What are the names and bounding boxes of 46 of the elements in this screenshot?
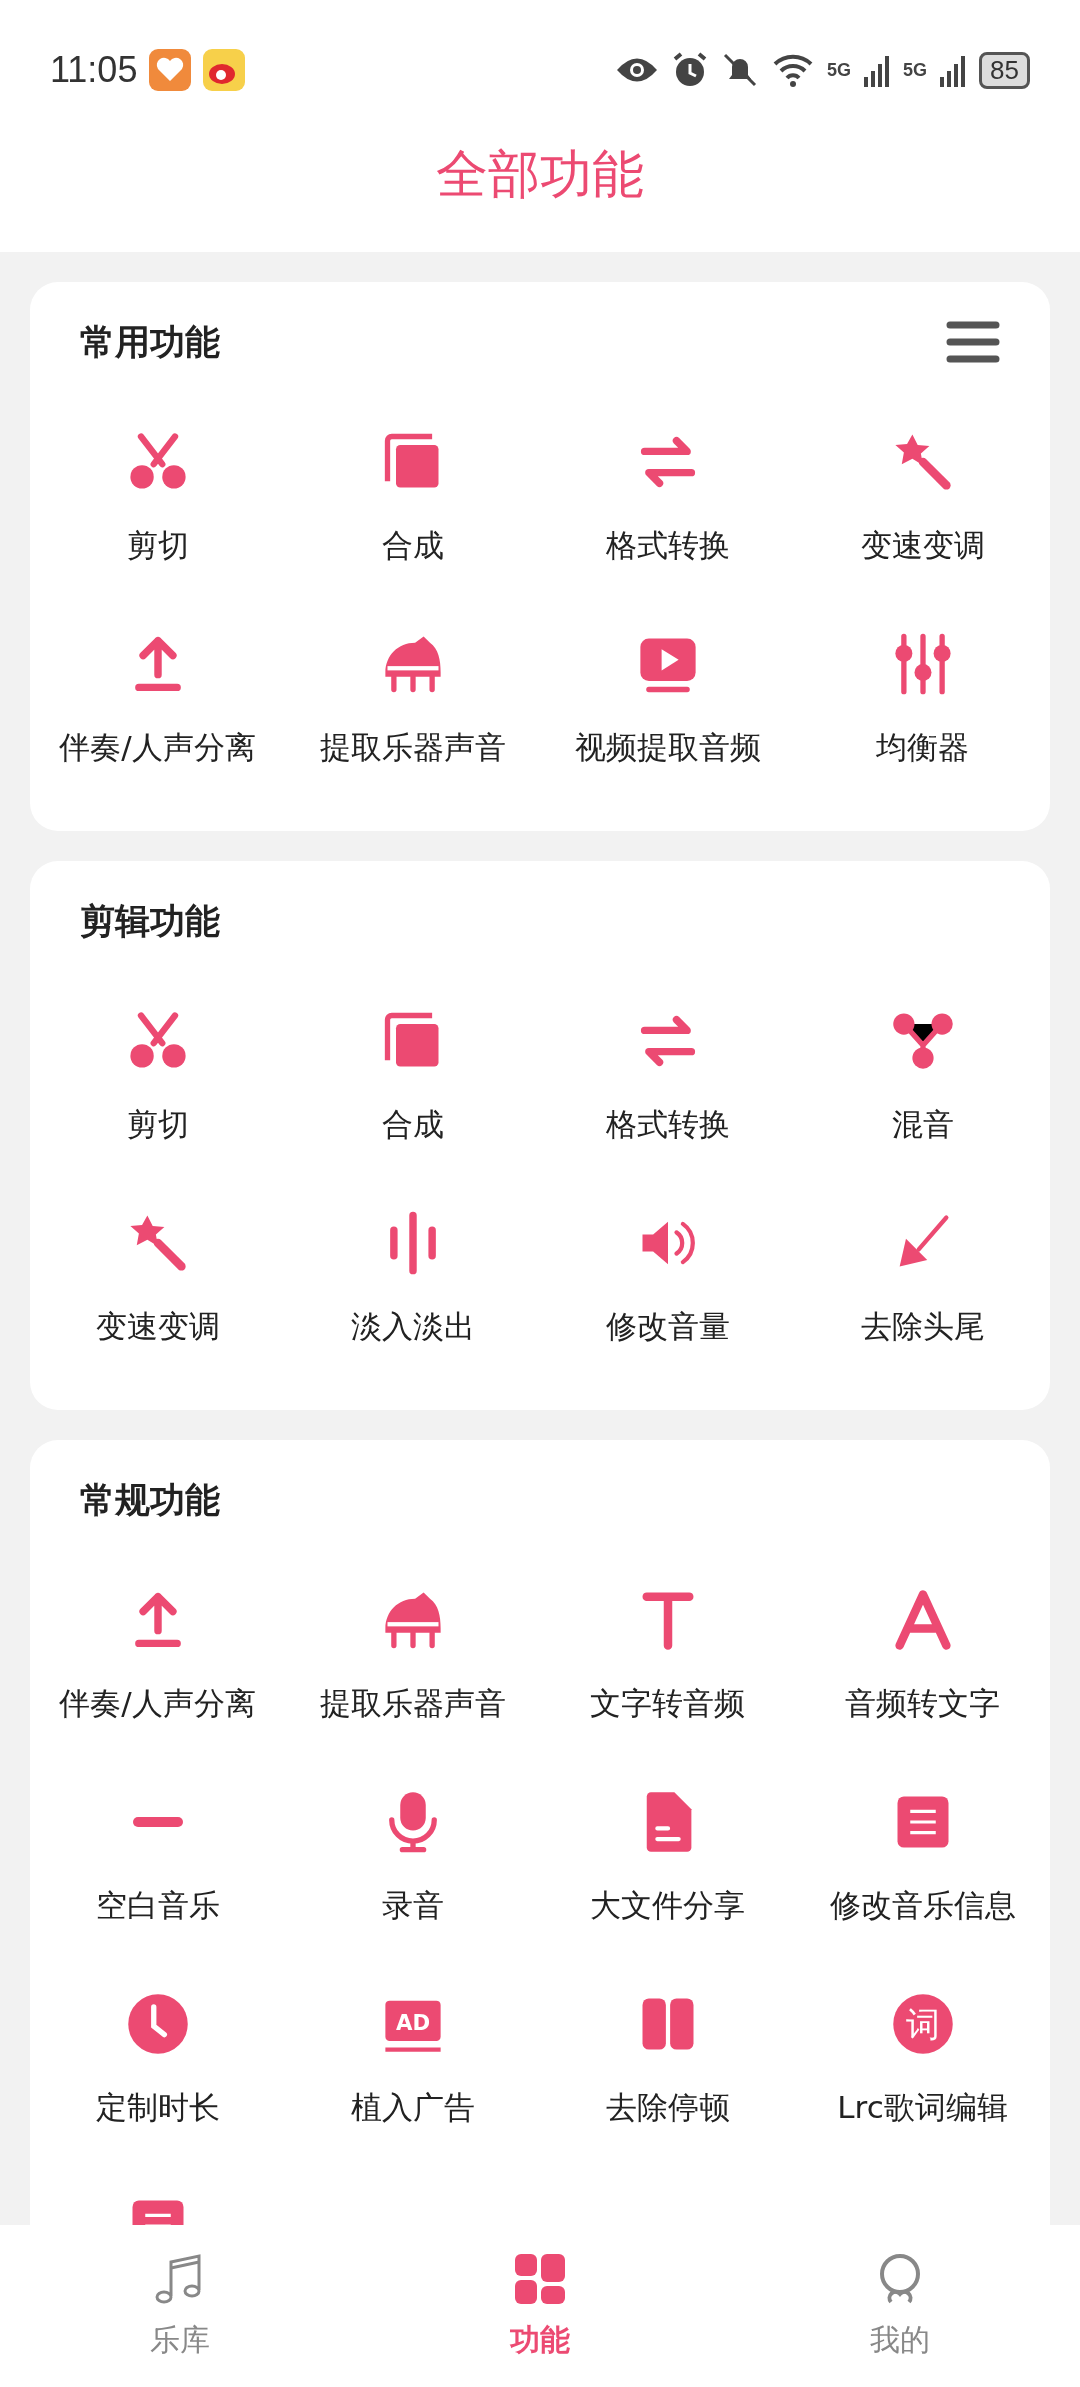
signal-icon bbox=[939, 53, 968, 87]
network-label: 5G bbox=[827, 59, 852, 81]
battery-level: 85 bbox=[979, 51, 1030, 89]
feature-label[interactable]: 变速变调 bbox=[95, 1306, 220, 1348]
feature-label[interactable]: 音频转文字 bbox=[845, 1683, 1000, 1725]
app-notification-icon bbox=[149, 49, 192, 91]
nav-tab[interactable]: 功能 bbox=[360, 2225, 720, 2387]
section-title: 常规功能 bbox=[80, 1478, 220, 1522]
feature-label[interactable]: 提取乐器声音 bbox=[319, 727, 506, 769]
feature-label[interactable]: 修改音量 bbox=[605, 1306, 730, 1348]
feature-label[interactable]: Lrc歌词编辑 bbox=[837, 2087, 1008, 2129]
feature-label[interactable]: 植入广告 bbox=[350, 2087, 475, 2129]
grid-icon bbox=[513, 2251, 567, 2306]
feature-label[interactable]: 合成 bbox=[381, 1104, 444, 1146]
menu-icon[interactable] bbox=[946, 319, 1000, 365]
feature-label[interactable]: 修改音乐信息 bbox=[829, 1885, 1016, 1927]
feature-label[interactable]: 混音 bbox=[891, 1104, 954, 1146]
dash-icon bbox=[131, 1816, 184, 1828]
nav-tab[interactable]: 我的 bbox=[720, 2225, 1080, 2387]
section-title: 剪辑功能 bbox=[80, 899, 220, 943]
feature-label[interactable]: 录音 bbox=[381, 1885, 444, 1927]
feature-label[interactable]: 淡入淡出 bbox=[350, 1306, 475, 1348]
feature-label[interactable]: 伴奏/人声分离 bbox=[59, 1683, 256, 1725]
signal-icon bbox=[863, 53, 892, 87]
feature-label[interactable]: 剪切 bbox=[126, 525, 189, 567]
feature-label[interactable]: 提取乐器声音 bbox=[319, 1683, 506, 1725]
nav-tab[interactable]: 乐库 bbox=[0, 2225, 360, 2387]
feature-label[interactable]: 合成 bbox=[381, 525, 444, 567]
feature-label[interactable]: 大文件分享 bbox=[590, 1885, 745, 1927]
feature-label[interactable]: 定制时长 bbox=[95, 2087, 220, 2129]
feature-label[interactable]: 格式转换 bbox=[605, 1104, 730, 1146]
feature-label[interactable]: 空白音乐 bbox=[95, 1885, 220, 1927]
app-notification-icon bbox=[203, 49, 246, 91]
feature-label[interactable]: 去除头尾 bbox=[860, 1306, 985, 1348]
feature-label[interactable]: 视频提取音频 bbox=[574, 727, 761, 769]
page-title: 全部功能 bbox=[436, 143, 644, 206]
network-label: 5G bbox=[903, 59, 928, 81]
feature-label[interactable]: 变速变调 bbox=[860, 525, 985, 567]
feature-label[interactable]: 均衡器 bbox=[876, 727, 969, 769]
section-title: 常用功能 bbox=[80, 320, 220, 364]
feature-label[interactable]: 文字转音频 bbox=[590, 1683, 745, 1725]
feature-label[interactable]: 伴奏/人声分离 bbox=[59, 727, 256, 769]
feature-label[interactable]: 去除停顿 bbox=[605, 2087, 730, 2129]
status-time: 11:05 bbox=[50, 49, 138, 91]
feature-label[interactable]: 格式转换 bbox=[605, 525, 730, 567]
feature-label[interactable]: 剪切 bbox=[126, 1104, 189, 1146]
